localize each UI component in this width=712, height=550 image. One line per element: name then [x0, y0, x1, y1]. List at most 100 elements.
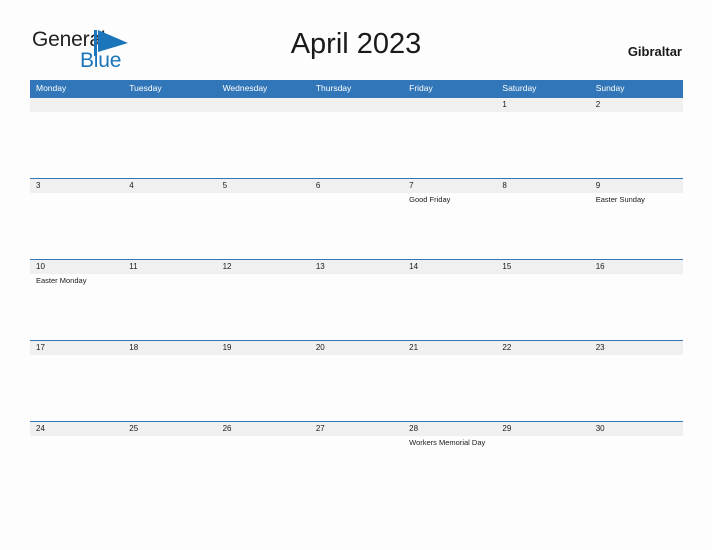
- day-number[interactable]: 11: [123, 260, 216, 274]
- page-header: General Blue April 2023 Gibraltar: [0, 0, 712, 78]
- weekday-header-tuesday: Tuesday: [129, 83, 162, 93]
- day-number[interactable]: 26: [217, 422, 310, 436]
- day-cell[interactable]: Good Friday: [403, 193, 496, 259]
- day-number[interactable]: 22: [496, 341, 589, 355]
- day-number[interactable]: 2: [590, 98, 683, 112]
- day-number[interactable]: 8: [496, 179, 589, 193]
- calendar-grid: Monday Tuesday Wednesday Thursday Friday…: [30, 80, 683, 502]
- day-number[interactable]: 17: [30, 341, 123, 355]
- day-cell[interactable]: Workers Memorial Day: [403, 436, 496, 502]
- day-event-label: Easter Sunday: [595, 195, 645, 204]
- day-number[interactable]: 1: [496, 98, 589, 112]
- week-date-strip: 1 2: [30, 98, 683, 112]
- weekday-header-saturday: Saturday: [502, 83, 537, 93]
- day-cell[interactable]: [217, 274, 310, 340]
- location-label: Gibraltar: [627, 44, 682, 59]
- weekday-header-friday: Friday: [409, 83, 433, 93]
- day-cell[interactable]: [590, 274, 683, 340]
- weekday-header-monday: Monday: [36, 83, 67, 93]
- day-cell[interactable]: [310, 274, 403, 340]
- day-cell[interactable]: [123, 274, 216, 340]
- day-cell[interactable]: [30, 436, 123, 502]
- day-number[interactable]: 10: [30, 260, 123, 274]
- day-cell[interactable]: [590, 355, 683, 421]
- day-cell[interactable]: [30, 193, 123, 259]
- day-number[interactable]: 20: [310, 341, 403, 355]
- day-number[interactable]: 16: [590, 260, 683, 274]
- week-event-strip: [30, 112, 683, 178]
- day-number[interactable]: 13: [310, 260, 403, 274]
- day-cell[interactable]: [123, 436, 216, 502]
- week-date-strip: 10 11 12 13 14 15 16: [30, 260, 683, 274]
- day-number[interactable]: 27: [310, 422, 403, 436]
- week-event-strip: Good Friday Easter Sunday: [30, 193, 683, 259]
- calendar-week-row: 24 25 26 27 28 29 30 Workers Memorial Da…: [30, 421, 683, 502]
- day-cell[interactable]: [496, 112, 589, 178]
- weekday-header-row: Monday Tuesday Wednesday Thursday Friday…: [30, 80, 683, 97]
- day-number[interactable]: [310, 98, 403, 112]
- day-number[interactable]: 14: [403, 260, 496, 274]
- weekday-header-wednesday: Wednesday: [222, 83, 268, 93]
- day-number[interactable]: 3: [30, 179, 123, 193]
- calendar-week-row: 3 4 5 6 7 8 9 Good Friday Easter Sunday: [30, 178, 683, 259]
- week-event-strip: Workers Memorial Day: [30, 436, 683, 502]
- day-event-label: Workers Memorial Day: [409, 438, 486, 447]
- day-number[interactable]: 7: [403, 179, 496, 193]
- day-number[interactable]: 29: [496, 422, 589, 436]
- day-number[interactable]: 19: [217, 341, 310, 355]
- day-cell[interactable]: [310, 112, 403, 178]
- calendar-week-row: 17 18 19 20 21 22 23: [30, 340, 683, 421]
- day-number[interactable]: 30: [590, 422, 683, 436]
- week-date-strip: 3 4 5 6 7 8 9: [30, 179, 683, 193]
- day-event-label: Good Friday: [409, 195, 451, 204]
- day-number[interactable]: 12: [217, 260, 310, 274]
- day-number[interactable]: [217, 98, 310, 112]
- day-cell[interactable]: Easter Sunday: [590, 193, 683, 259]
- day-number[interactable]: 25: [123, 422, 216, 436]
- day-number[interactable]: 24: [30, 422, 123, 436]
- calendar-week-row: 10 11 12 13 14 15 16 Easter Monday: [30, 259, 683, 340]
- day-cell[interactable]: [217, 436, 310, 502]
- weekday-header-sunday: Sunday: [595, 83, 625, 93]
- day-cell[interactable]: [123, 193, 216, 259]
- day-cell[interactable]: [123, 112, 216, 178]
- day-cell[interactable]: [217, 193, 310, 259]
- day-number[interactable]: 5: [217, 179, 310, 193]
- day-number[interactable]: 15: [496, 260, 589, 274]
- day-number[interactable]: 21: [403, 341, 496, 355]
- day-cell[interactable]: [496, 436, 589, 502]
- day-event-label: Easter Monday: [36, 276, 87, 285]
- day-cell[interactable]: [590, 436, 683, 502]
- day-number[interactable]: 9: [590, 179, 683, 193]
- day-cell[interactable]: [310, 355, 403, 421]
- day-cell[interactable]: [30, 112, 123, 178]
- day-cell[interactable]: [403, 355, 496, 421]
- day-number[interactable]: 23: [590, 341, 683, 355]
- day-number[interactable]: [30, 98, 123, 112]
- day-cell[interactable]: [496, 355, 589, 421]
- day-cell[interactable]: [123, 355, 216, 421]
- day-cell[interactable]: [590, 112, 683, 178]
- weekday-header-thursday: Thursday: [315, 83, 352, 93]
- day-number[interactable]: 18: [123, 341, 216, 355]
- day-cell[interactable]: [403, 112, 496, 178]
- page-title: April 2023: [290, 28, 422, 60]
- day-cell[interactable]: [217, 355, 310, 421]
- day-cell[interactable]: [496, 193, 589, 259]
- week-event-strip: [30, 355, 683, 421]
- day-number[interactable]: 28: [403, 422, 496, 436]
- day-number[interactable]: [403, 98, 496, 112]
- day-number[interactable]: 4: [123, 179, 216, 193]
- day-cell[interactable]: [217, 112, 310, 178]
- day-number[interactable]: 6: [310, 179, 403, 193]
- calendar-page: General Blue April 2023 Gibraltar Monday…: [0, 0, 712, 550]
- day-cell[interactable]: [496, 274, 589, 340]
- week-event-strip: Easter Monday: [30, 274, 683, 340]
- day-cell[interactable]: [403, 274, 496, 340]
- day-cell[interactable]: Easter Monday: [30, 274, 123, 340]
- day-cell[interactable]: [310, 193, 403, 259]
- day-cell[interactable]: [30, 355, 123, 421]
- day-number[interactable]: [123, 98, 216, 112]
- day-cell[interactable]: [310, 436, 403, 502]
- calendar-week-row: 1 2: [30, 97, 683, 178]
